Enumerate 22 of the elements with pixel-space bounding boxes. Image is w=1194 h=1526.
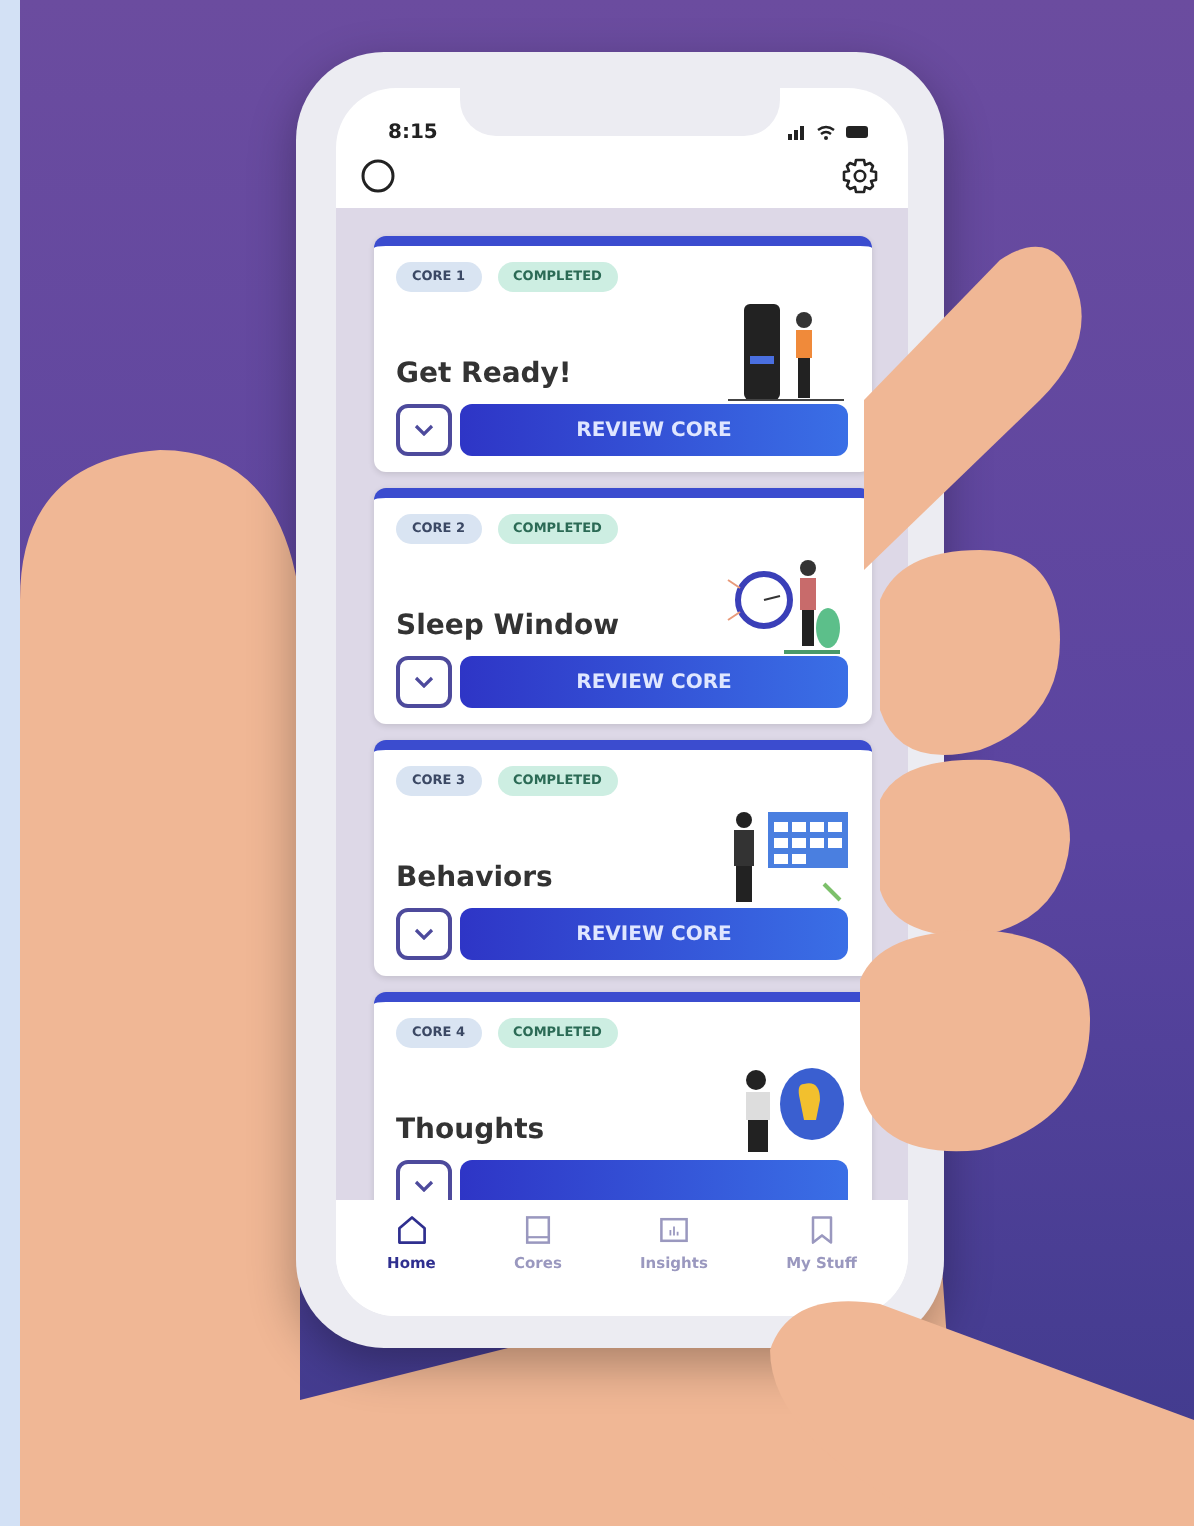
chevron-down-icon xyxy=(414,928,434,940)
review-core-button[interactable]: REVIEW CORE xyxy=(460,656,848,708)
expand-button[interactable] xyxy=(396,656,452,708)
expand-button[interactable] xyxy=(396,404,452,456)
chevron-down-icon xyxy=(414,676,434,688)
status-time: 8:15 xyxy=(388,119,438,147)
chart-icon xyxy=(655,1212,692,1248)
profile-circle-icon[interactable] xyxy=(360,158,396,194)
expand-button[interactable] xyxy=(396,1160,452,1200)
review-core-button[interactable]: REVIEW CORE xyxy=(460,404,848,456)
expand-button[interactable] xyxy=(396,908,452,960)
chevron-down-icon xyxy=(414,1180,434,1192)
home-icon xyxy=(393,1212,430,1248)
core-title: Thoughts xyxy=(396,1112,545,1150)
person-with-phone-illustration xyxy=(724,300,848,404)
core-title: Sleep Window xyxy=(396,608,620,646)
settings-icon[interactable] xyxy=(840,156,880,196)
status-icons xyxy=(788,124,872,140)
chevron-down-icon xyxy=(414,424,434,436)
review-core-button[interactable]: REVIEW CORE xyxy=(460,908,848,960)
core-title: Get Ready! xyxy=(396,356,572,394)
core-title: Behaviors xyxy=(396,860,553,898)
